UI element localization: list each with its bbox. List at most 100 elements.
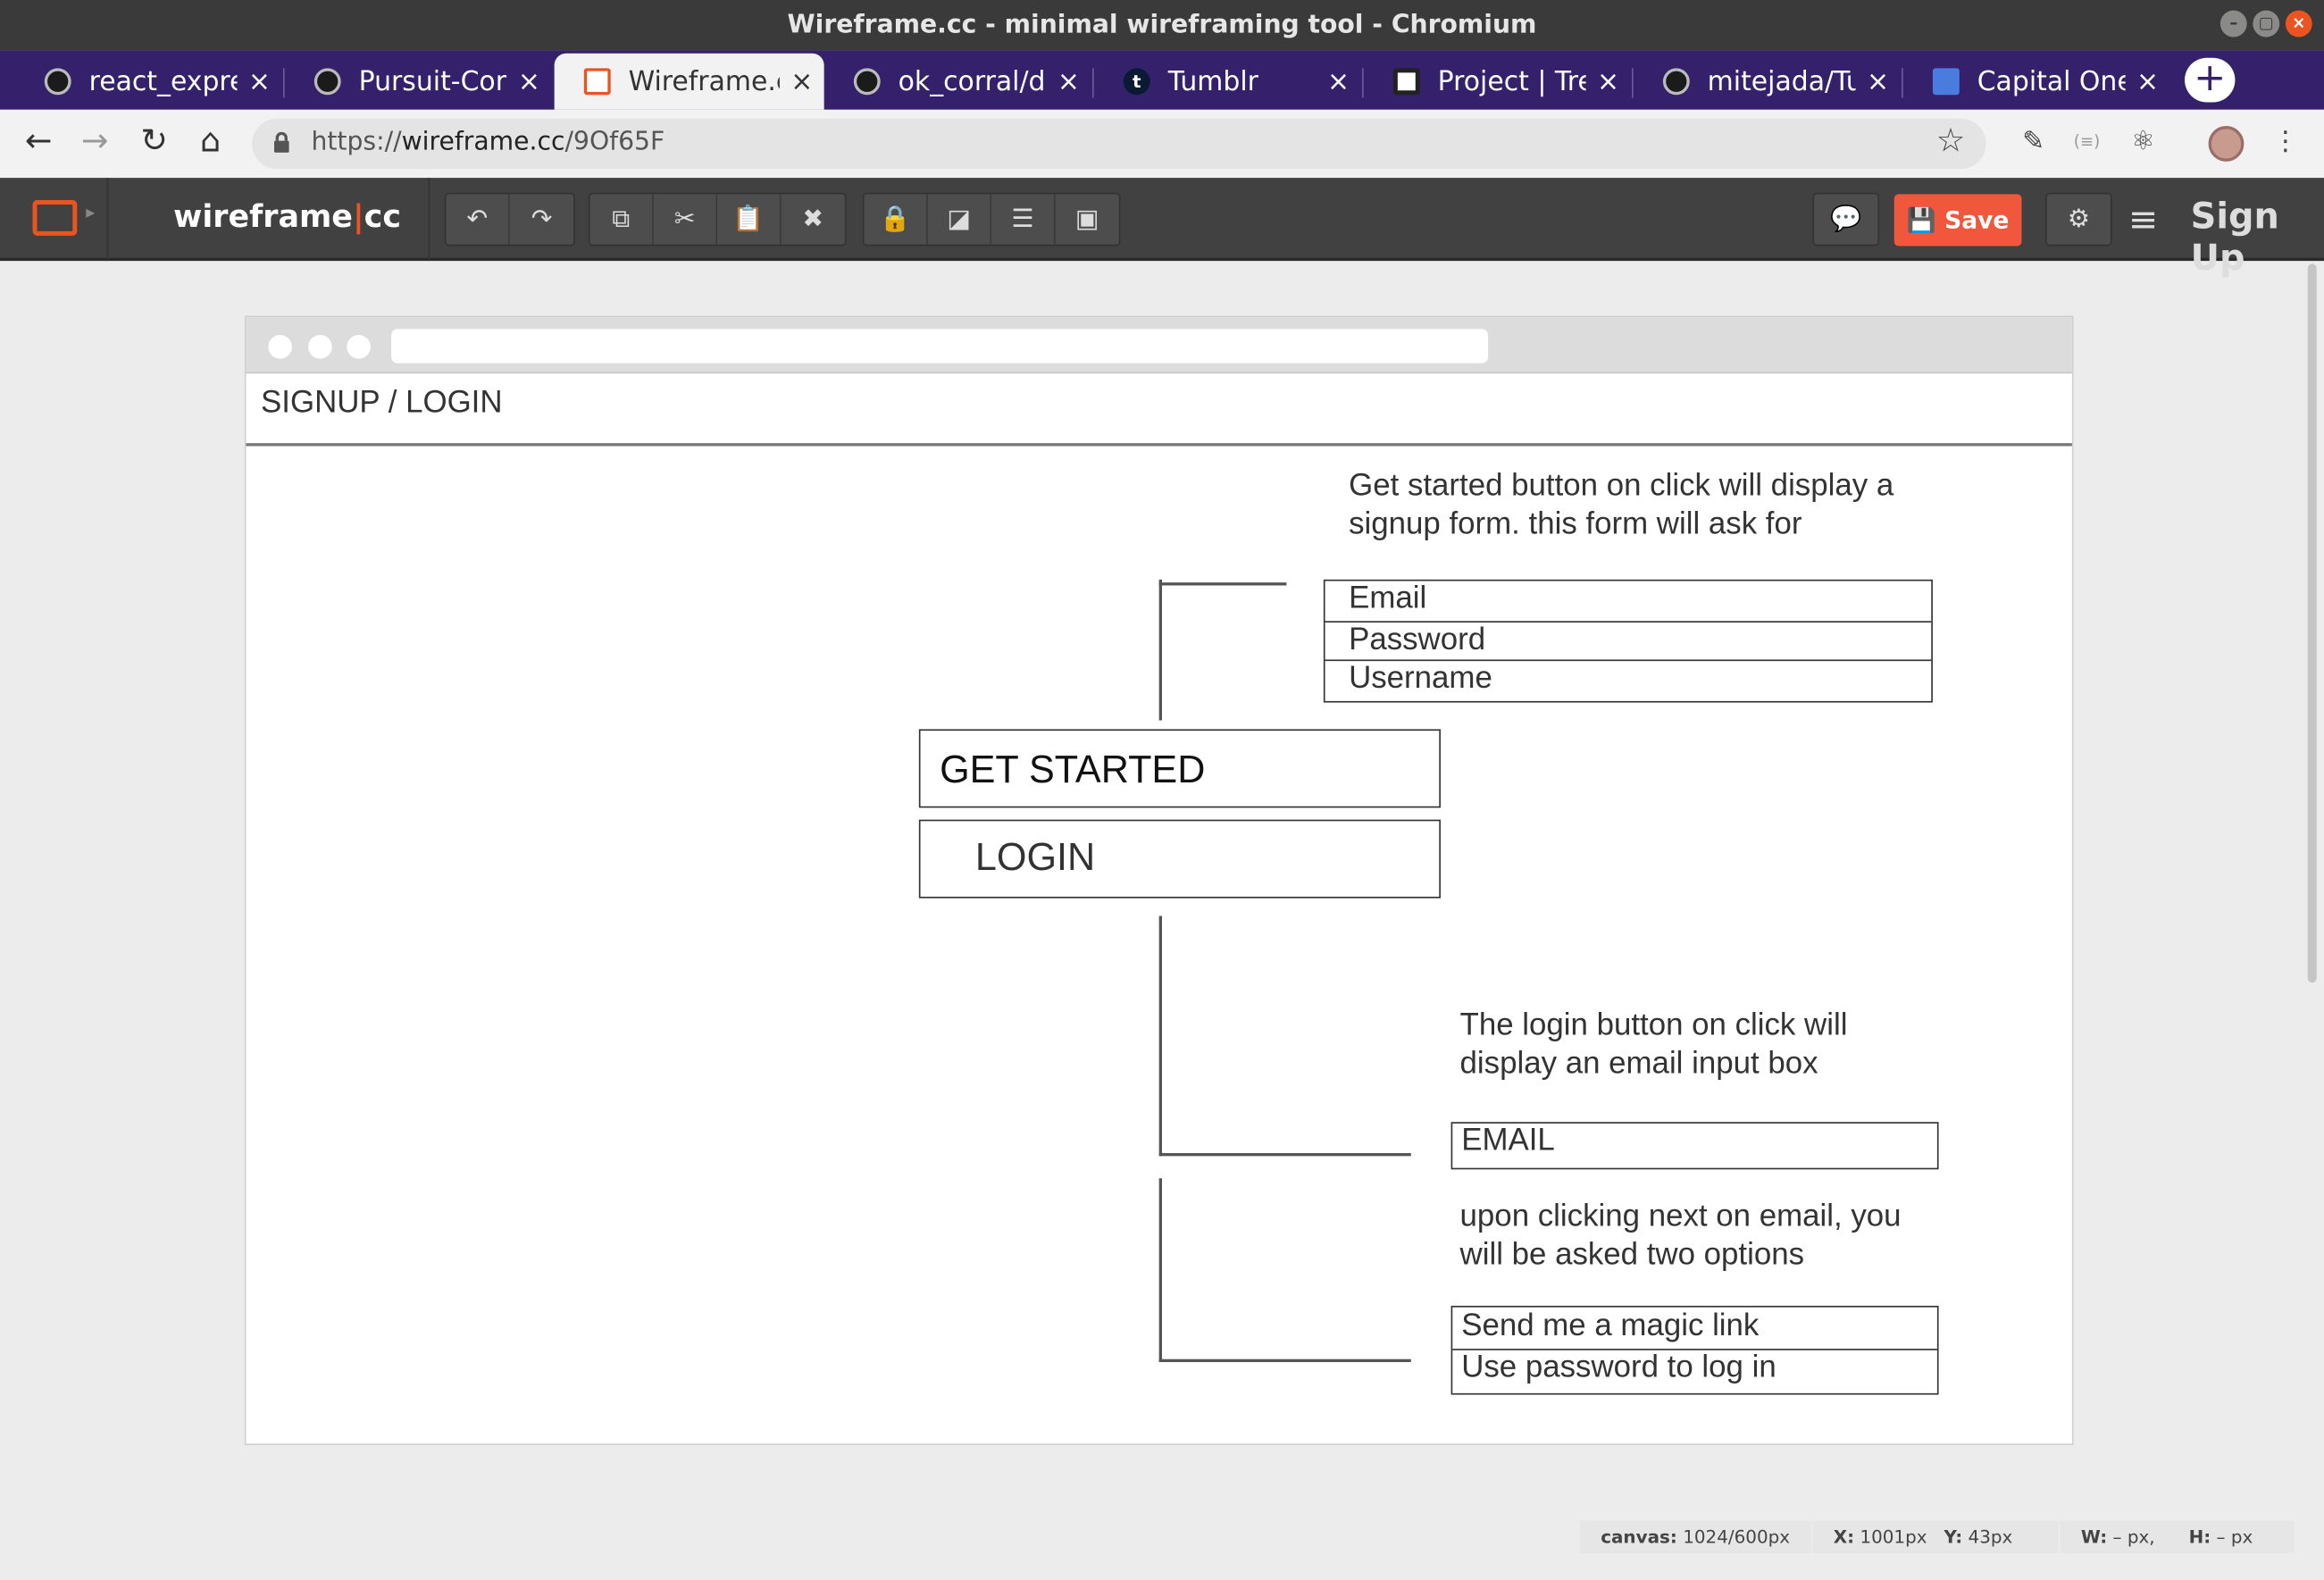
undo-icon[interactable]: ↶ [446, 194, 510, 245]
profile-avatar[interactable] [2208, 126, 2245, 162]
menu-arrow-icon: ▸ [86, 201, 96, 222]
minimize-button[interactable]: – [2220, 10, 2247, 38]
home-icon[interactable]: ⌂ [189, 121, 230, 163]
url-text: https://wireframe.cc/9Of65F [311, 127, 665, 157]
tab-capital-one[interactable]: Capital One × [1903, 54, 2170, 110]
signup-email-field[interactable]: Email [1325, 581, 1932, 623]
comment-group: 💬 [1812, 192, 1880, 247]
tab-close-icon[interactable]: × [1317, 66, 1361, 97]
history-group: ↶ ↷ [444, 192, 575, 247]
sign-up-link[interactable]: Sign Up [2191, 196, 2324, 279]
tab-close-icon[interactable]: × [1586, 66, 1631, 97]
connector-line[interactable] [1158, 1153, 1411, 1157]
react-devtools-icon[interactable]: ⚛ [2122, 121, 2163, 163]
login-options-box[interactable]: Send me a magic link Use password to log… [1450, 1305, 1939, 1395]
status-selection-size: W: – px, H: – px [2060, 1520, 2295, 1554]
redo-icon[interactable]: ↷ [509, 194, 574, 245]
wireframe-canvas[interactable]: SIGNUP / LOGIN Get started button on cli… [244, 315, 2074, 1445]
login-email-box[interactable]: EMAIL [1450, 1122, 1939, 1170]
app-logo: wireframe|cc [173, 198, 402, 235]
tab-close-icon[interactable]: × [238, 66, 282, 97]
mock-window-dot [308, 335, 332, 359]
wireframe-divider [246, 443, 2072, 447]
tab-react-express[interactable]: react_express × [15, 54, 282, 110]
cut-icon[interactable]: ✂ [653, 194, 718, 245]
tab-close-icon[interactable]: × [1856, 66, 1901, 97]
comment-icon[interactable]: 💬 [1814, 194, 1878, 245]
save-button[interactable]: 💾 Save [1893, 194, 2022, 247]
tab-label: ok_corral/do [898, 65, 1047, 97]
tab-label: mitejada/Tu [1707, 65, 1856, 97]
forward-icon[interactable]: → [74, 121, 115, 163]
bring-front-icon[interactable]: ◪ [927, 194, 992, 245]
copy-icon[interactable]: ⧉ [589, 194, 654, 245]
connector-line[interactable] [1158, 582, 1287, 586]
maximize-button[interactable]: ▢ [2253, 10, 2280, 38]
tab-label: Pursuit-Core [358, 65, 507, 97]
login-email-field[interactable]: EMAIL [1452, 1124, 1937, 1165]
github-icon [1662, 68, 1690, 96]
app-toolbar: ▸ wireframe|cc ↶ ↷ ⧉ ✂ 📋 ✖ 🔒 ◪ ☰ ▣ 💬 💾 S… [0, 178, 2324, 279]
tab-ok-corral[interactable]: ok_corral/do × [824, 54, 1091, 110]
new-tab-button[interactable]: + [2185, 57, 2236, 103]
tab-trello[interactable]: Project | Trello × [1364, 54, 1631, 110]
connector-line[interactable] [1158, 1178, 1163, 1363]
window-controls: – ▢ × [2220, 10, 2312, 38]
navigation-bar: ← → ↻ ⌂ https://wireframe.cc/9Of65F ☆ ✎ … [0, 109, 2324, 179]
hamburger-menu-icon[interactable]: ≡ [2128, 198, 2158, 239]
tab-mitejada[interactable]: mitejada/Tu × [1634, 54, 1901, 110]
reload-icon[interactable]: ↻ [133, 121, 174, 163]
connector-line[interactable] [1158, 579, 1163, 721]
password-login-option[interactable]: Use password to log in [1452, 1350, 1937, 1392]
save-icon: 💾 [1906, 205, 1936, 235]
tab-pursuit-core[interactable]: Pursuit-Core × [285, 54, 552, 110]
tab-tumblr[interactable]: t Tumblr × [1094, 54, 1361, 110]
mock-window-dot [347, 335, 371, 359]
arrange-group: 🔒 ◪ ☰ ▣ [862, 192, 1121, 247]
signup-username-field[interactable]: Username [1325, 661, 1932, 699]
back-icon[interactable]: ← [18, 121, 59, 163]
delete-icon[interactable]: ✖ [781, 194, 845, 245]
pen-extension-icon[interactable]: ✎ [2013, 121, 2054, 163]
login-button[interactable]: LOGIN [918, 819, 1441, 899]
paste-icon[interactable]: 📋 [717, 194, 782, 245]
trello-icon [1392, 68, 1420, 96]
page-scrollbar[interactable] [2307, 263, 2317, 983]
tumblr-icon: t [1123, 68, 1150, 96]
window-titlebar: Wireframe.cc - minimal wireframing tool … [0, 0, 2324, 51]
get-started-button[interactable]: GET STARTED [918, 729, 1441, 808]
close-window-button[interactable]: × [2285, 10, 2312, 38]
tab-close-icon[interactable]: × [507, 66, 552, 97]
extension-icon[interactable]: (≡) [2066, 121, 2107, 163]
tab-close-icon[interactable]: × [1047, 66, 1091, 97]
connector-line[interactable] [1158, 1358, 1411, 1363]
group-icon[interactable]: ▣ [1055, 194, 1119, 245]
signup-note[interactable]: Get started button on click will display… [1349, 467, 1971, 544]
mock-window-dot [268, 335, 292, 359]
signup-form-box[interactable]: Email Password Username [1323, 579, 1933, 703]
bookmark-star-icon[interactable]: ☆ [1936, 123, 1966, 160]
app-menu-icon[interactable] [32, 200, 78, 236]
tab-close-icon[interactable]: × [2126, 66, 2170, 97]
status-canvas-size: canvas: 1024/600px [1579, 1520, 1811, 1554]
window-title: Wireframe.cc - minimal wireframing tool … [787, 10, 1537, 40]
tab-label: Tumblr [1167, 65, 1258, 97]
align-icon[interactable]: ☰ [991, 194, 1056, 245]
settings-icon[interactable]: ⚙ [2046, 194, 2111, 245]
docs-icon [1932, 68, 1960, 96]
magic-link-option[interactable]: Send me a magic link [1452, 1308, 1937, 1350]
lock-icon[interactable]: 🔒 [864, 194, 928, 245]
tab-label: Wireframe.cc [628, 65, 780, 97]
tab-strip: react_express × Pursuit-Core × Wireframe… [0, 50, 2324, 110]
tab-close-icon[interactable]: × [780, 66, 824, 97]
login-note[interactable]: The login button on click will display a… [1460, 1007, 1935, 1083]
settings-group: ⚙ [2045, 192, 2112, 247]
chrome-menu-icon[interactable]: ⋮ [2265, 121, 2306, 163]
connector-line[interactable] [1158, 915, 1163, 1157]
signup-password-field[interactable]: Password [1325, 623, 1932, 662]
wireframe-title[interactable]: SIGNUP / LOGIN [261, 385, 502, 421]
tab-wireframe[interactable]: Wireframe.cc × [554, 53, 824, 110]
github-icon [313, 68, 341, 96]
options-note[interactable]: upon clicking next on email, you will be… [1460, 1198, 1950, 1275]
address-bar[interactable]: https://wireframe.cc/9Of65F ☆ [252, 118, 1986, 170]
